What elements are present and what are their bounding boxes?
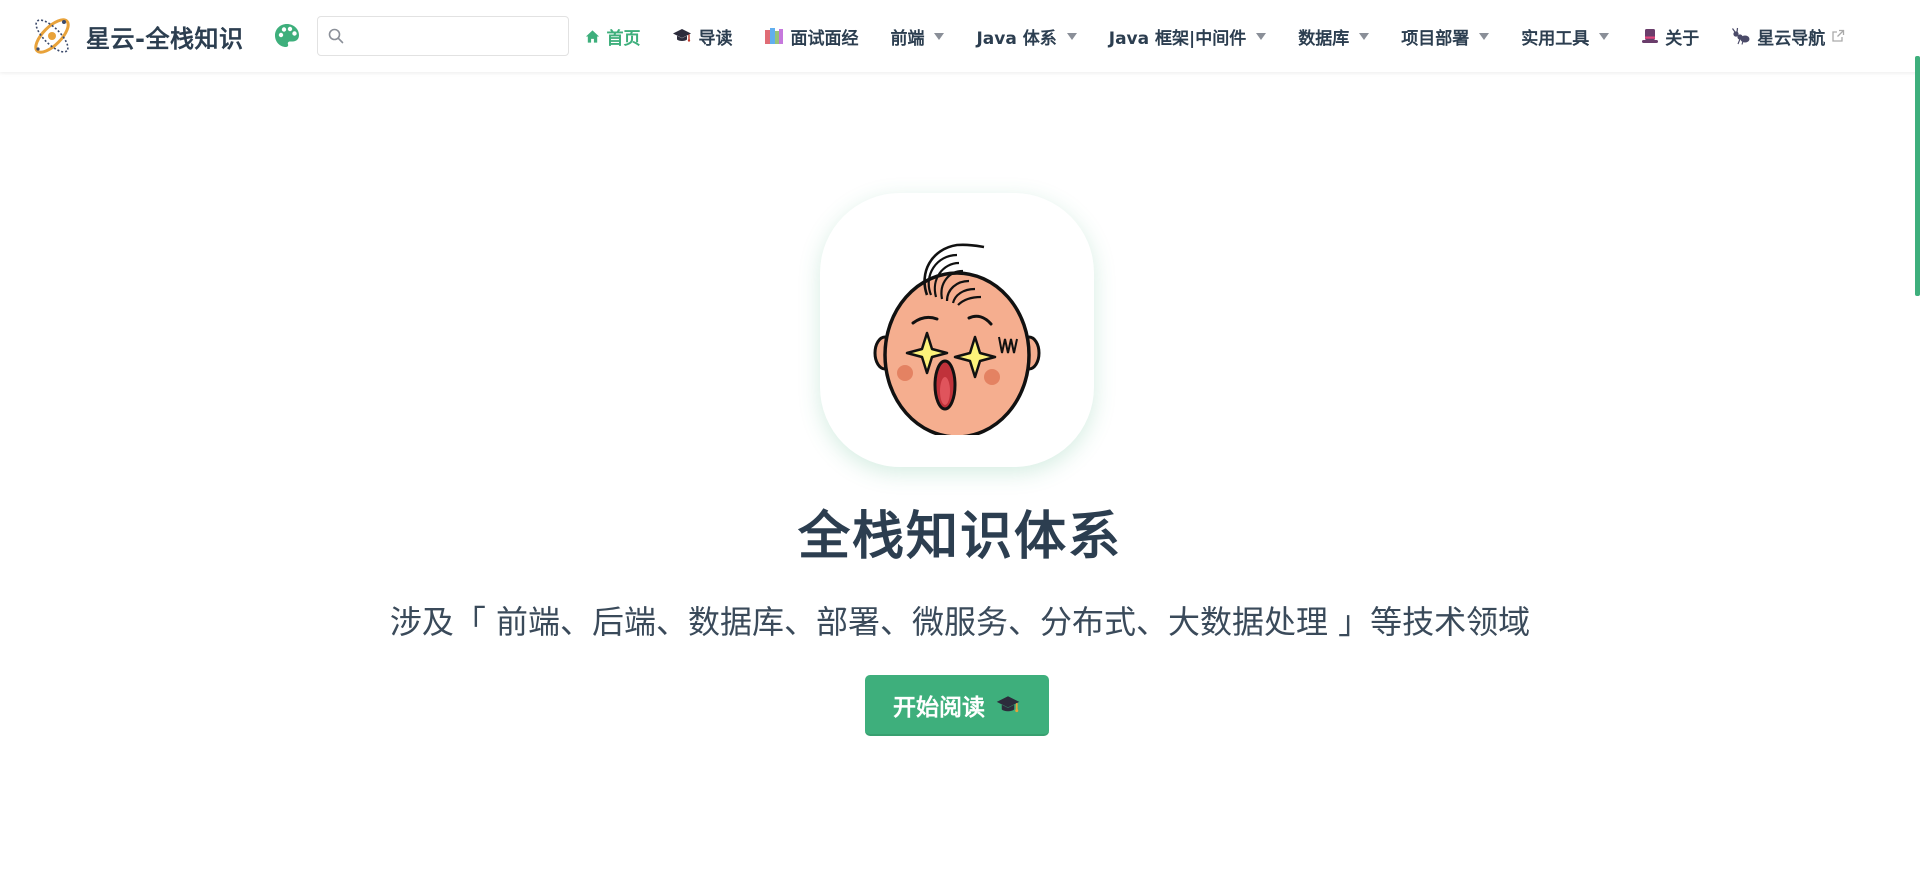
- nav-item-about[interactable]: 关于: [1641, 24, 1699, 49]
- ant-icon: [1731, 27, 1751, 45]
- caret-down-icon: [1479, 32, 1490, 40]
- nav-item-label: 数据库: [1298, 28, 1350, 49]
- graduation-cap-icon: [672, 28, 692, 44]
- site-title: 星云-全栈知识: [86, 24, 244, 53]
- caret-down-icon: [1359, 32, 1370, 40]
- nav-dropdown-java-frameworks[interactable]: Java 框架|中间件: [1108, 24, 1267, 49]
- nav-item-label: Java 体系: [976, 28, 1057, 49]
- nav-item-external-navigation[interactable]: 星云导航: [1731, 24, 1845, 49]
- books-icon: [764, 27, 784, 45]
- nav-dropdown-deployment[interactable]: 项目部署: [1401, 24, 1490, 49]
- start-reading-button[interactable]: 开始阅读: [865, 675, 1049, 736]
- caret-down-icon: [1256, 32, 1267, 40]
- nav-item-label: 前端: [890, 28, 925, 49]
- nav-links: 首页 导读 面试面经 前端 Java 体系 Java 框架|中间件 数据库 项目…: [585, 24, 1877, 49]
- nav-item-label: 实用工具: [1521, 28, 1590, 49]
- caret-down-icon: [1066, 32, 1077, 40]
- nav-item-label: 导读: [698, 28, 733, 49]
- nav-item-home[interactable]: 首页: [585, 24, 640, 49]
- scrollbar-thumb[interactable]: [1915, 56, 1920, 296]
- hero-title: 全栈知识体系: [797, 507, 1122, 567]
- search-box[interactable]: [317, 16, 570, 56]
- graduation-cap-icon: [995, 695, 1021, 715]
- nav-item-guide[interactable]: 导读: [672, 24, 732, 49]
- nav-dropdown-database[interactable]: 数据库: [1298, 24, 1370, 49]
- search-input[interactable]: [350, 20, 569, 52]
- start-reading-label: 开始阅读: [893, 694, 985, 721]
- nav-dropdown-frontend[interactable]: 前端: [890, 24, 945, 49]
- hero-avatar-image: [820, 193, 1094, 467]
- caret-down-icon: [934, 32, 945, 40]
- nav-item-interview[interactable]: 面试面经: [764, 24, 858, 49]
- nav-item-label: Java 框架|中间件: [1108, 28, 1247, 49]
- nav-item-label: 项目部署: [1401, 28, 1470, 49]
- nav-dropdown-java[interactable]: Java 体系: [976, 24, 1077, 49]
- nav-item-label: 面试面经: [790, 28, 859, 49]
- navbar: 星云-全栈知识 首页 导读 面试面经 前端 Java 体系 Java 框架|中间…: [0, 0, 1920, 72]
- nav-item-label: 关于: [1665, 28, 1700, 49]
- page-scrollbar[interactable]: [1915, 0, 1920, 870]
- nav-dropdown-tools[interactable]: 实用工具: [1521, 24, 1610, 49]
- hero-description: 涉及「 前端、后端、数据库、部署、微服务、分布式、大数据处理 」等技术领域: [389, 603, 1531, 641]
- home-icon: [585, 29, 600, 44]
- theme-palette-icon[interactable]: [273, 22, 301, 50]
- external-link-icon: [1831, 29, 1845, 43]
- top-hat-icon: [1641, 27, 1659, 45]
- planet-logo-icon: [34, 18, 70, 54]
- site-brand-link[interactable]: 星云-全栈知识: [29, 13, 243, 59]
- nav-item-label: 星云导航: [1757, 28, 1826, 49]
- nav-item-label: 首页: [606, 28, 641, 49]
- cartoon-face-starry-eyes-icon: [873, 243, 1041, 435]
- caret-down-icon: [1599, 32, 1610, 40]
- search-icon: [329, 28, 344, 44]
